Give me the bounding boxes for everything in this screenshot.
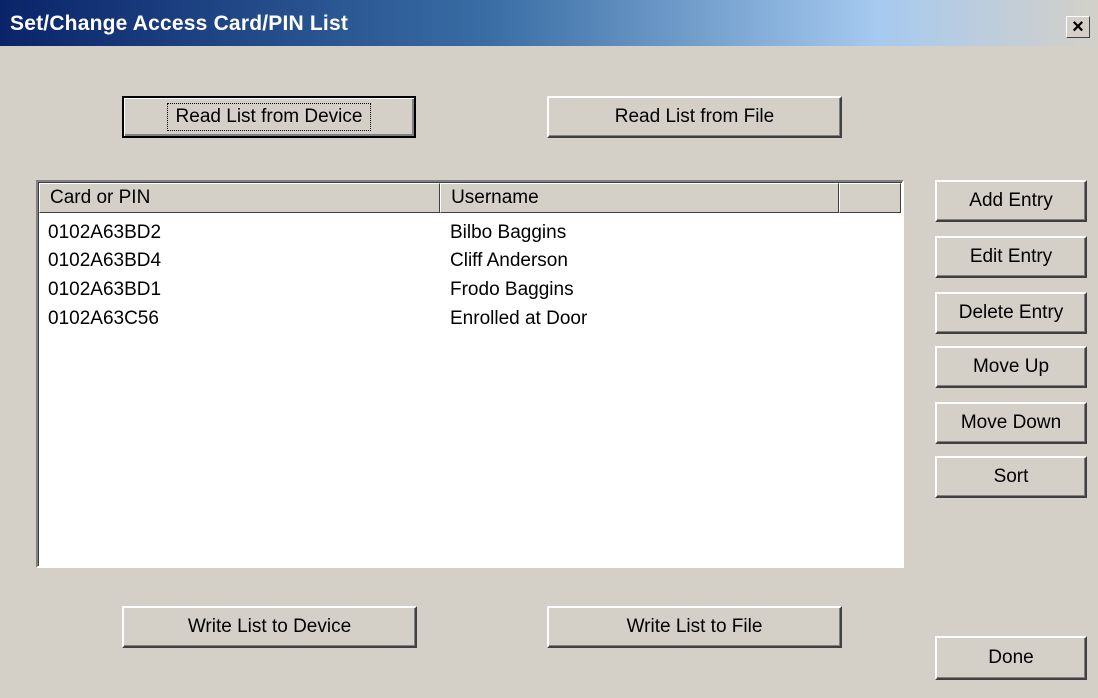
card-cell: 0102A63BD4 bbox=[48, 250, 162, 271]
done-button[interactable]: Done bbox=[935, 636, 1087, 680]
write-to-device-button[interactable]: Write List to Device bbox=[122, 606, 417, 648]
card-cell: 0102A63BD2 bbox=[48, 222, 162, 243]
username-cell: Frodo Baggins bbox=[450, 279, 574, 300]
edit-entry-label: Edit Entry bbox=[969, 246, 1053, 267]
column-header-username[interactable]: Username bbox=[440, 183, 840, 213]
column-header-card-or-pin[interactable]: Card or PIN bbox=[39, 183, 441, 213]
list-header: Card or PIN Username bbox=[39, 183, 901, 213]
delete-entry-button[interactable]: Delete Entry bbox=[935, 292, 1087, 334]
sort-label: Sort bbox=[993, 466, 1029, 487]
username-cell: Cliff Anderson bbox=[450, 250, 568, 271]
move-up-button[interactable]: Move Up bbox=[935, 346, 1087, 388]
card-cell: 0102A63BD1 bbox=[48, 279, 162, 300]
done-label: Done bbox=[988, 647, 1034, 668]
delete-entry-label: Delete Entry bbox=[958, 302, 1064, 323]
read-from-device-button[interactable]: Read List from Device bbox=[122, 96, 416, 138]
card-pin-list[interactable]: Card or PIN Username 0102A63BD2 Bilbo Ba… bbox=[36, 180, 904, 568]
edit-entry-button[interactable]: Edit Entry bbox=[935, 236, 1087, 278]
write-to-device-label: Write List to Device bbox=[187, 616, 352, 637]
move-down-button[interactable]: Move Down bbox=[935, 402, 1087, 444]
close-icon: × bbox=[1072, 16, 1084, 38]
title-bar: Set/Change Access Card/PIN List × bbox=[0, 0, 1098, 46]
write-to-file-label: Write List to File bbox=[626, 616, 763, 637]
read-from-file-label: Read List from File bbox=[614, 106, 775, 127]
read-from-device-label: Read List from Device bbox=[166, 103, 372, 131]
write-to-file-button[interactable]: Write List to File bbox=[547, 606, 842, 648]
add-entry-button[interactable]: Add Entry bbox=[935, 180, 1087, 222]
card-cell: 0102A63C56 bbox=[48, 308, 159, 329]
close-button[interactable]: × bbox=[1066, 16, 1090, 38]
username-cell: Bilbo Baggins bbox=[450, 222, 567, 243]
username-cell: Enrolled at Door bbox=[450, 308, 588, 329]
window-title: Set/Change Access Card/PIN List bbox=[10, 12, 349, 35]
move-down-label: Move Down bbox=[960, 412, 1062, 433]
column-header-empty[interactable] bbox=[839, 183, 901, 213]
read-from-file-button[interactable]: Read List from File bbox=[547, 96, 842, 138]
sort-button[interactable]: Sort bbox=[935, 456, 1087, 498]
add-entry-label: Add Entry bbox=[969, 190, 1053, 211]
move-up-label: Move Up bbox=[972, 356, 1050, 377]
